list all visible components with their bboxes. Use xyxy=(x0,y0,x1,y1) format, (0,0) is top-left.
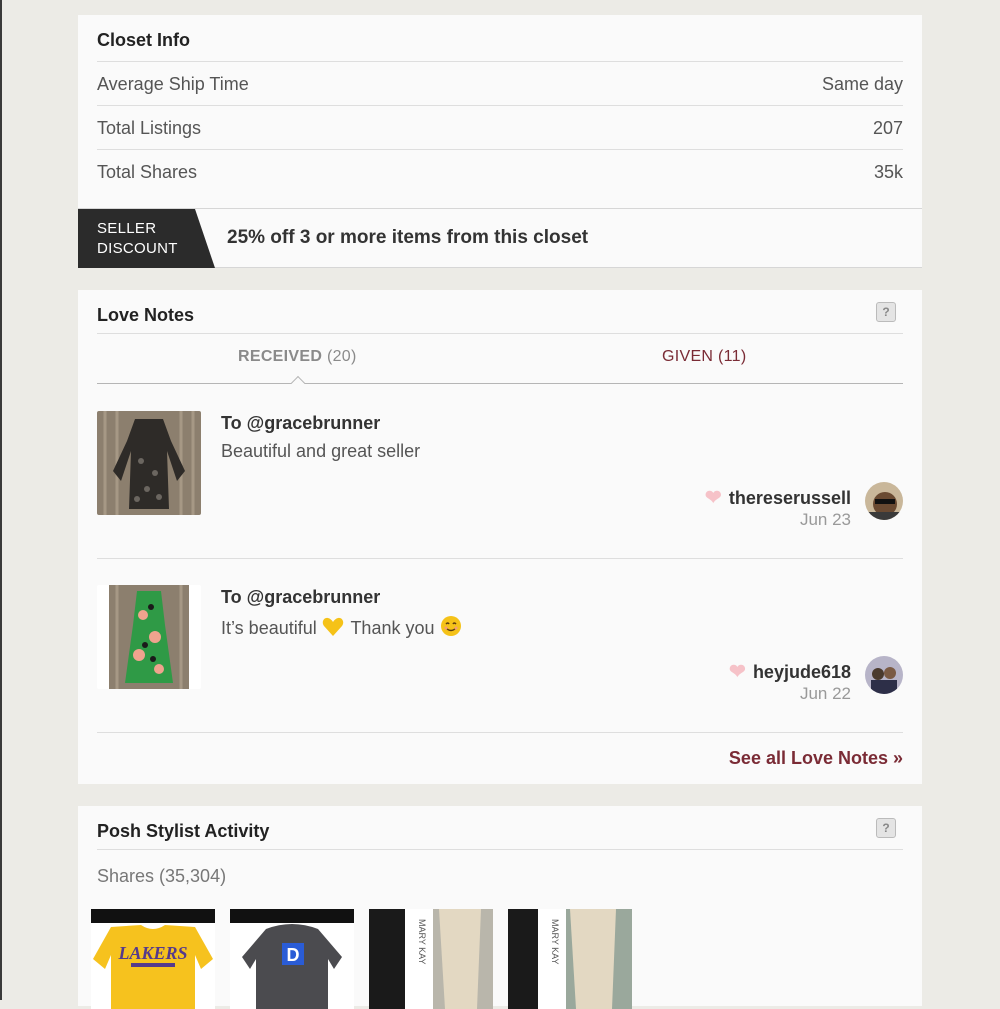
svg-text:LAKERS: LAKERS xyxy=(117,943,187,963)
note-message: It’s beautiful Thank you xyxy=(221,615,464,642)
note-author-name: thereserussell xyxy=(728,488,851,508)
tab-received-label: RECEIVED xyxy=(238,348,323,365)
user-avatar[interactable] xyxy=(865,482,903,520)
help-icon[interactable]: ? xyxy=(876,818,896,838)
note-message: Beautiful and great seller xyxy=(221,441,421,461)
window-edge xyxy=(0,0,2,1000)
heart-icon: ❤ xyxy=(728,661,746,683)
svg-text:D: D xyxy=(287,945,300,965)
closet-info-title: Closet Info xyxy=(97,30,190,50)
note-message-part-1: It’s beautiful xyxy=(221,618,317,638)
info-label: Average Ship Time xyxy=(97,74,249,94)
tab-underline xyxy=(97,383,903,384)
seller-discount-badge: SELLER DISCOUNT xyxy=(78,209,215,268)
see-all-love-notes-link[interactable]: See all Love Notes » xyxy=(729,748,903,769)
info-value: 207 xyxy=(872,118,903,138)
note-message-part-2: Thank you xyxy=(350,618,435,638)
note-author-name: heyjude618 xyxy=(752,662,851,682)
note-author[interactable]: ❤ thereserussell xyxy=(705,485,851,510)
smiling-face-icon xyxy=(440,615,464,642)
user-avatar[interactable] xyxy=(865,656,903,694)
note-recipient[interactable]: To @gracebrunner xyxy=(221,587,380,608)
divider xyxy=(97,732,903,733)
note-recipient[interactable]: To @gracebrunner xyxy=(221,413,380,434)
badge-line-2: DISCOUNT xyxy=(97,240,178,257)
divider xyxy=(97,333,903,334)
shared-item-thumbnail[interactable]: LAKERS xyxy=(91,909,215,1009)
svg-text:MARY KAY: MARY KAY xyxy=(550,919,560,965)
note-date: Jun 22 xyxy=(799,684,851,703)
item-thumbnail[interactable] xyxy=(97,411,201,515)
shared-item-thumbnail[interactable]: MARY KAY xyxy=(369,909,493,1009)
badge-line-1: SELLER xyxy=(97,220,157,237)
seller-discount-bar: SELLER DISCOUNT 25% off 3 or more items … xyxy=(78,208,922,268)
help-icon[interactable]: ? xyxy=(876,302,896,322)
shares-count: Shares (35,304) xyxy=(97,866,227,886)
shared-item-thumbnail[interactable]: D xyxy=(230,909,354,1009)
love-note-item: To @gracebrunner Beautiful and great sel… xyxy=(97,395,903,563)
divider xyxy=(97,849,903,850)
info-row-ship-time: Average Ship Time Same day xyxy=(97,62,903,106)
love-notes-title: Love Notes xyxy=(97,305,195,325)
discount-text: 25% off 3 or more items from this closet xyxy=(227,227,589,248)
item-thumbnail[interactable] xyxy=(97,585,201,689)
info-value: 35k xyxy=(873,162,903,182)
info-label: Total Shares xyxy=(97,162,198,182)
info-row-total-shares: Total Shares 35k xyxy=(97,150,903,194)
info-label: Total Listings xyxy=(97,118,202,138)
tab-given[interactable]: GIVEN (11) xyxy=(662,348,747,366)
svg-text:MARY KAY: MARY KAY xyxy=(417,919,427,965)
active-tab-caret xyxy=(290,375,306,391)
info-value: Same day xyxy=(821,74,903,94)
tab-received[interactable]: RECEIVED (20) xyxy=(238,348,357,366)
posh-stylist-title: Posh Stylist Activity xyxy=(97,821,270,841)
info-row-total-listings: Total Listings 207 xyxy=(97,106,903,150)
love-note-item: To @gracebrunner It’s beautiful Thank yo… xyxy=(97,569,903,737)
love-notes-card: Love Notes ? RECEIVED (20) GIVEN (11) To… xyxy=(78,290,922,784)
closet-info-card: Closet Info Average Ship Time Same day T… xyxy=(78,15,922,268)
yellow-heart-icon xyxy=(322,617,346,642)
posh-stylist-card: Posh Stylist Activity ? Shares (35,304) … xyxy=(78,806,922,1009)
note-author[interactable]: ❤ heyjude618 xyxy=(729,659,851,684)
shared-item-thumbnail[interactable]: MARY KAY xyxy=(508,909,632,1009)
heart-icon: ❤ xyxy=(704,487,722,509)
divider xyxy=(97,558,903,559)
tab-received-count: (20) xyxy=(326,348,357,365)
note-date: Jun 23 xyxy=(799,510,851,529)
